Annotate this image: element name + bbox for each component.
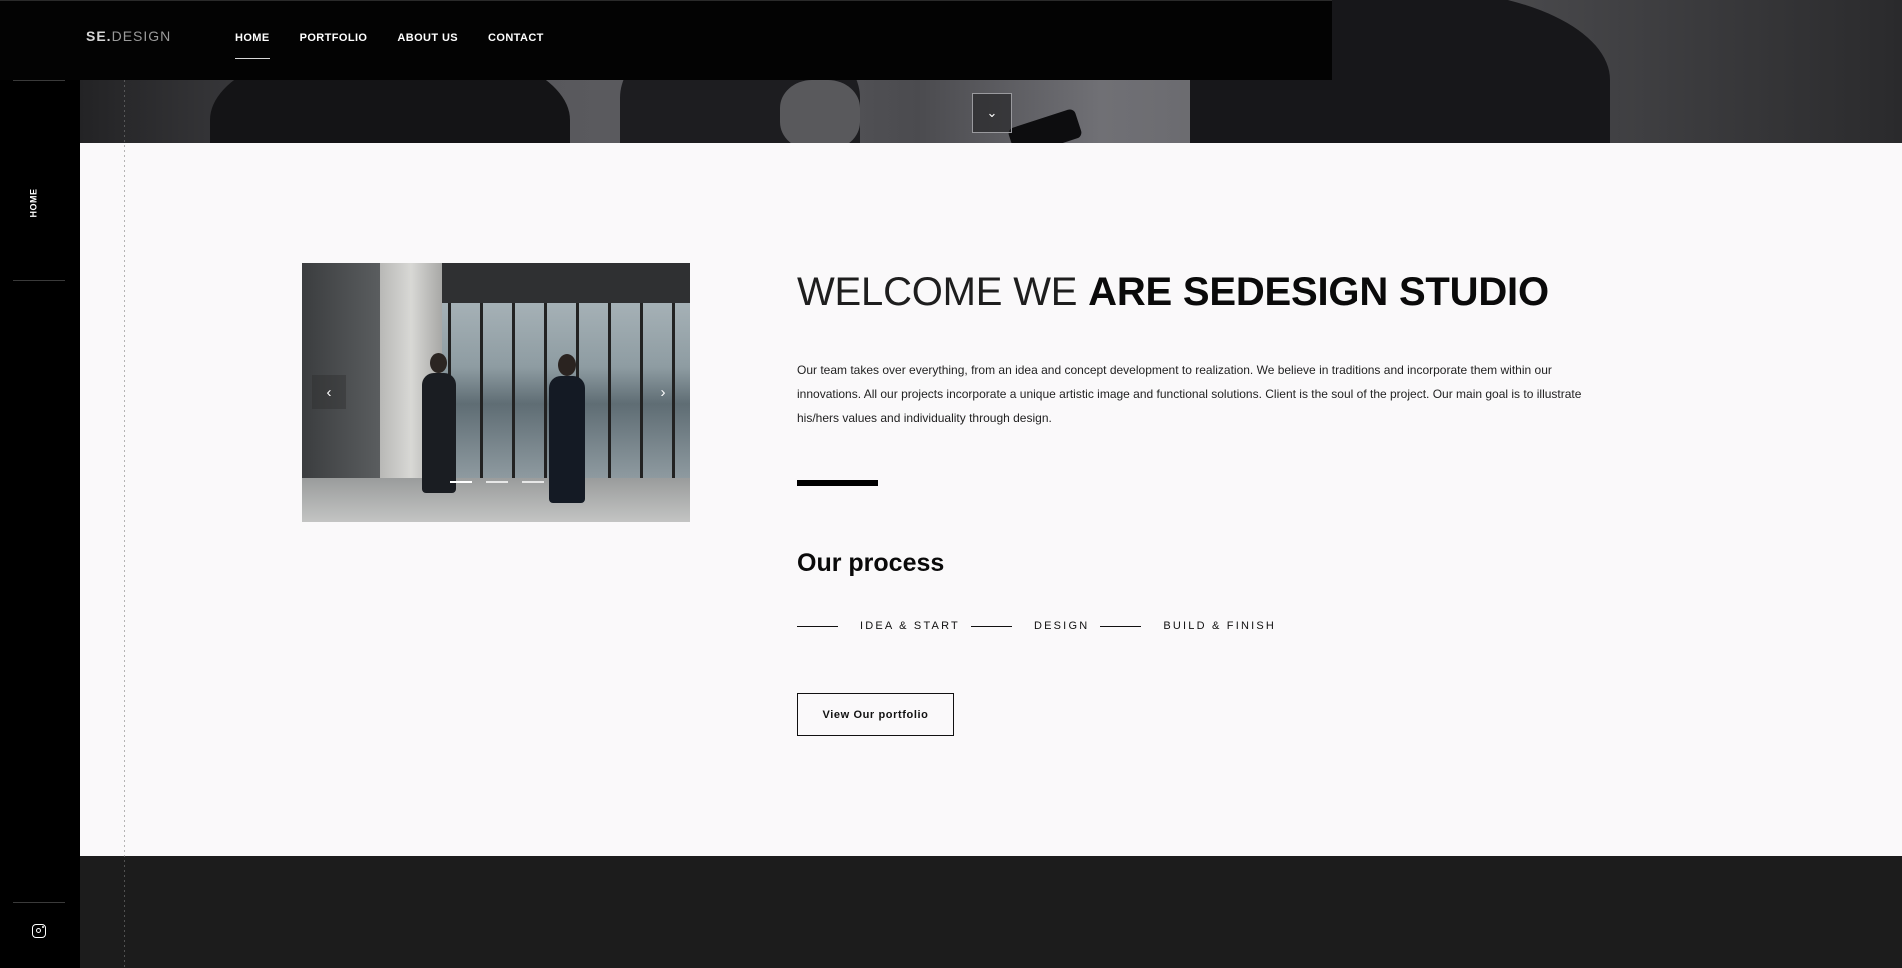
welcome-heading: WELCOME WE ARE SEDESIGN STUDIO: [797, 270, 1549, 315]
step-design: DESIGN: [1033, 620, 1090, 632]
step-line: [1100, 625, 1142, 627]
nav-contact[interactable]: CONTACT: [488, 1, 544, 59]
sidebar-page-indicator: HOME: [25, 183, 41, 223]
carousel-pagination: [450, 481, 544, 483]
logo[interactable]: SE.DESIGN: [86, 28, 171, 44]
carousel-dot[interactable]: [486, 481, 508, 483]
process-steps: IDEA & START DESIGN BUILD & FINISH: [797, 620, 1287, 632]
process-title: Our process: [797, 549, 945, 577]
carousel-dot[interactable]: [522, 481, 544, 483]
chevron-left-icon: ‹: [326, 383, 332, 401]
instagram-icon[interactable]: [32, 924, 46, 938]
carousel-prev-button[interactable]: ‹: [312, 375, 346, 409]
intro-paragraph: Our team takes over everything, from an …: [797, 363, 1582, 425]
top-header: SE.DESIGN HOME PORTFOLIO ABOUT US CONTAC…: [0, 0, 1332, 80]
page: ⌄ SE.DESIGN HOME PORTFOLIO ABOUT US CONT…: [0, 0, 1902, 968]
chevron-right-icon: ›: [660, 383, 666, 401]
nav-about-us[interactable]: ABOUT US: [397, 1, 458, 59]
sidebar-home-label: HOME: [28, 188, 38, 218]
step-idea-start: IDEA & START: [860, 620, 960, 632]
accent-bar: [797, 480, 878, 486]
logo-mark: SE.: [86, 28, 112, 44]
left-sidebar: HOME: [0, 80, 80, 968]
step-line: [970, 625, 1012, 627]
image-carousel: ‹ ›: [302, 263, 690, 522]
carousel-dot[interactable]: [450, 481, 472, 483]
welcome-heading-light: WELCOME WE: [797, 270, 1089, 314]
view-portfolio-button[interactable]: View Our portfolio: [797, 693, 954, 736]
footer: [80, 856, 1902, 968]
sidebar-divider: [13, 280, 65, 281]
step-build-finish: BUILD & FINISH: [1163, 620, 1277, 632]
welcome-heading-bold: ARE SEDESIGN STUDIO: [1088, 270, 1549, 314]
logo-text: DESIGN: [111, 28, 172, 44]
scroll-down-button[interactable]: ⌄: [972, 93, 1012, 133]
carousel-next-button[interactable]: ›: [646, 375, 680, 409]
sidebar-divider: [13, 80, 65, 81]
step-line: [797, 625, 838, 627]
dashed-rail: [124, 80, 125, 968]
sidebar-divider: [13, 902, 65, 903]
nav-portfolio[interactable]: PORTFOLIO: [300, 1, 368, 59]
chevron-down-icon: ⌄: [986, 105, 998, 120]
main-nav: HOME PORTFOLIO ABOUT US CONTACT: [235, 1, 544, 59]
nav-home[interactable]: HOME: [235, 1, 270, 59]
